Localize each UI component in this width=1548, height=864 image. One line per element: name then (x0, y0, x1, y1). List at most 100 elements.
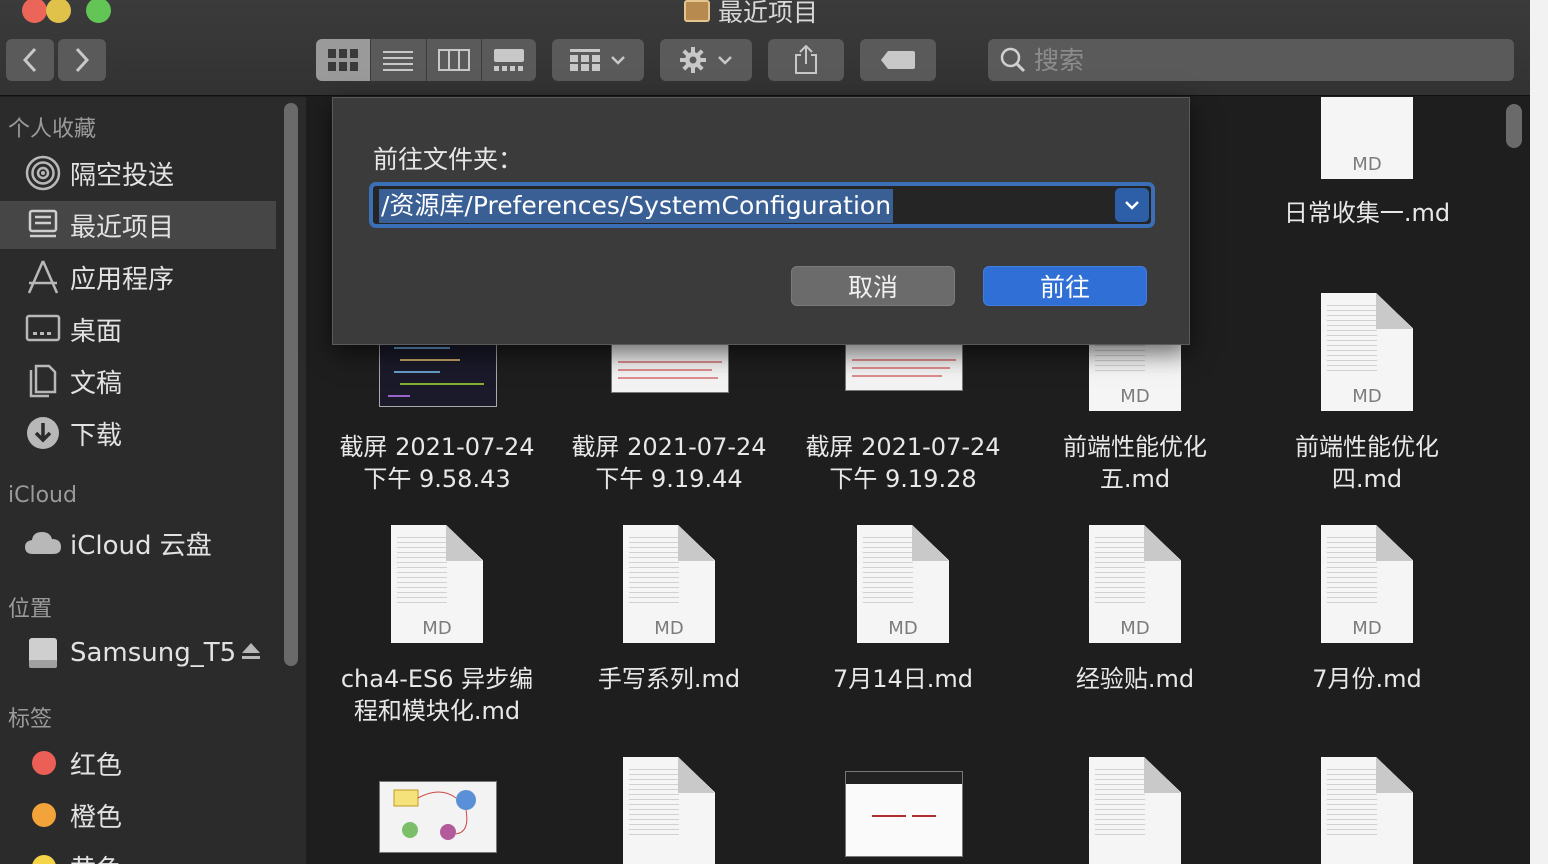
background-window-edge (1530, 0, 1548, 864)
tag-icon (881, 51, 915, 69)
gallery-view-button[interactable] (482, 39, 536, 81)
folder-path-input[interactable]: /资源库/Preferences/SystemConfiguration (379, 189, 894, 223)
markdown-file-icon (1089, 757, 1181, 864)
chevron-left-icon (22, 47, 37, 73)
sidebar-item-desktop[interactable]: 桌面 (0, 305, 276, 353)
icon-grid-icon (328, 49, 359, 71)
file-name-line2: 下午 9.58.43 (363, 465, 511, 493)
sidebar-item-icloud-drive[interactable]: iCloud 云盘 (0, 519, 276, 567)
sidebar-item-tag-orange[interactable]: 橙色 (0, 791, 276, 839)
sidebar-section-locations: 位置 (8, 597, 53, 622)
cancel-button[interactable]: 取消 (791, 266, 955, 306)
sidebar-item-airdrop[interactable]: 隔空投送 (0, 149, 276, 197)
slide-thumbnail (845, 771, 963, 857)
list-view-button[interactable] (371, 39, 427, 81)
file-name-line2: 五.md (1099, 465, 1171, 493)
share-button[interactable] (768, 39, 844, 81)
markdown-file-icon: MD (1321, 525, 1413, 643)
yellow-tag-dot (32, 855, 56, 864)
chevron-down-icon (611, 56, 625, 65)
sidebar-section-favorites: 个人收藏 (8, 117, 97, 142)
dialog-label: 前往文件夹： (373, 145, 524, 174)
sidebar-item-label: iCloud 云盘 (70, 530, 212, 561)
diagram-thumbnail (379, 781, 497, 853)
airdrop-icon (24, 154, 62, 192)
sidebar-item-label: 红色 (70, 750, 123, 781)
path-history-dropdown[interactable] (1115, 188, 1149, 222)
eject-icon[interactable] (240, 640, 262, 666)
file-type-badge: MD (1352, 618, 1382, 639)
downloads-icon (24, 414, 62, 452)
sidebar-item-downloads[interactable]: 下载 (0, 409, 276, 457)
desktop-icon (24, 310, 62, 348)
search-field[interactable] (988, 39, 1514, 81)
close-window-button[interactable] (22, 0, 47, 23)
gear-icon (680, 47, 706, 73)
zoom-window-button[interactable] (86, 0, 111, 23)
sidebar-item-label: 文稿 (70, 368, 123, 399)
recents-icon (684, 0, 710, 22)
markdown-file-icon: MD (857, 525, 949, 643)
file-type-badge: MD (422, 618, 452, 639)
go-to-folder-dialog: 前往文件夹： /资源库/Preferences/SystemConfigurat… (332, 97, 1190, 345)
tag-button[interactable] (860, 39, 936, 81)
sidebar: 个人收藏 隔空投送 最近项目 应用程序 桌面 文稿 下载 iCloud iClo… (0, 97, 306, 864)
markdown-file-icon: MD (1321, 97, 1413, 179)
applications-icon (24, 258, 62, 296)
forward-button[interactable] (58, 39, 106, 81)
chevron-right-icon (75, 47, 90, 73)
sidebar-item-applications[interactable]: 应用程序 (0, 253, 276, 301)
markdown-file-icon (623, 757, 715, 864)
sidebar-item-label: 隔空投送 (70, 160, 175, 191)
documents-icon (24, 362, 62, 400)
window-title: 最近项目 (684, 0, 819, 27)
file-name-line2: 下午 9.19.44 (595, 465, 743, 493)
markdown-file-icon (1321, 757, 1413, 864)
window-toolbar: 最近项目 (0, 0, 1530, 96)
sidebar-item-recents[interactable]: 最近项目 (0, 201, 276, 249)
sidebar-scrollbar[interactable] (284, 103, 298, 666)
group-grid-icon (570, 49, 600, 71)
file-name-line2: 程和模块化.md (353, 697, 521, 725)
column-view-button[interactable] (427, 39, 482, 81)
sidebar-item-documents[interactable]: 文稿 (0, 357, 276, 405)
file-name: 7月14日.md (832, 665, 974, 693)
sidebar-item-label: 最近项目 (70, 212, 175, 243)
share-icon (795, 45, 817, 74)
file-name: 前端性能优化 (1295, 433, 1439, 461)
group-by-button[interactable] (552, 39, 644, 81)
go-button[interactable]: 前往 (983, 266, 1147, 306)
file-type-badge: MD (1352, 154, 1382, 175)
chevron-down-icon (718, 56, 732, 65)
sidebar-item-label: 应用程序 (70, 264, 175, 295)
sidebar-item-label: 下载 (70, 420, 123, 451)
action-menu-button[interactable] (660, 39, 752, 81)
search-input[interactable] (1034, 45, 1504, 75)
list-icon (383, 51, 414, 71)
icon-view-button[interactable] (316, 39, 372, 81)
back-button[interactable] (6, 39, 54, 81)
file-name: 截屏 2021-07-24 (805, 433, 1001, 461)
window-title-text: 最近项目 (718, 0, 819, 27)
file-name: 前端性能优化 (1063, 433, 1207, 461)
sidebar-item-label: 橙色 (70, 802, 123, 833)
sidebar-item-label: 黄色 (70, 849, 122, 864)
content-scrollbar[interactable] (1506, 104, 1522, 148)
sidebar-item-tag-yellow[interactable]: 黄色 (0, 843, 276, 864)
sidebar-item-tag-red[interactable]: 红色 (0, 739, 276, 787)
markdown-file-icon: MD (1089, 525, 1181, 643)
file-type-badge: MD (1120, 618, 1150, 639)
file-name: 7月份.md (1312, 665, 1422, 693)
cloud-icon (24, 524, 62, 562)
folder-path-combobox[interactable]: /资源库/Preferences/SystemConfiguration (369, 182, 1155, 228)
minimize-window-button[interactable] (46, 0, 71, 23)
view-mode-segmented (316, 39, 536, 81)
orange-tag-dot (32, 803, 56, 827)
file-type-badge: MD (1120, 386, 1150, 407)
search-icon (1000, 47, 1026, 73)
sidebar-section-icloud: iCloud (8, 483, 77, 508)
external-drive-icon (24, 634, 62, 672)
sidebar-item-samsung-t5[interactable]: Samsung_T5 (0, 629, 276, 677)
sidebar-section-tags: 标签 (8, 707, 53, 732)
file-type-badge: MD (654, 618, 684, 639)
